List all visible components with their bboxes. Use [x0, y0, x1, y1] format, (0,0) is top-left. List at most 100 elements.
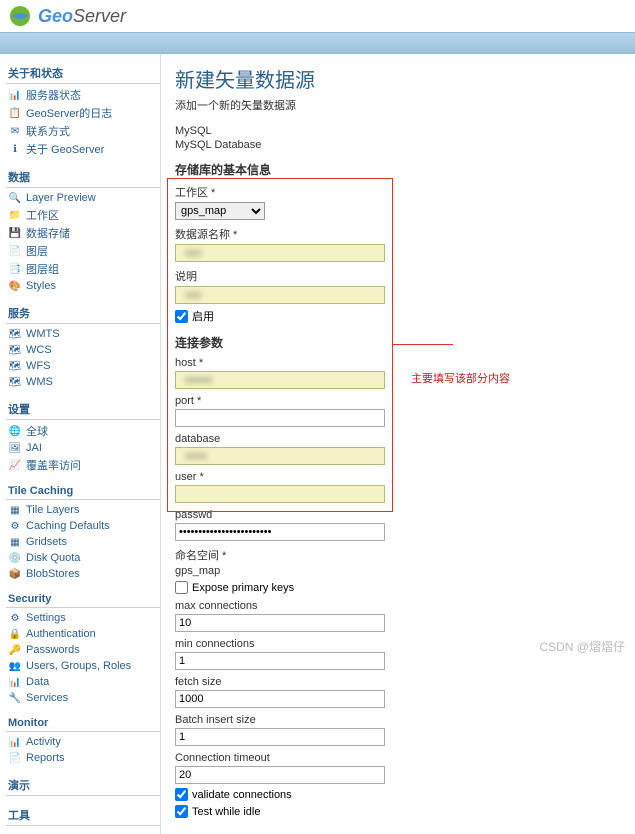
sidebar-item[interactable]: 📄图层 [6, 242, 160, 260]
sidebar-item[interactable]: ⚙Caching Defaults [6, 518, 160, 534]
nav-label: 工作区 [26, 207, 59, 223]
user-label: user * [175, 471, 621, 483]
nav-icon: ▦ [8, 535, 22, 549]
nav-label: 关于 GeoServer [26, 141, 104, 157]
sidebar-item[interactable]: 📑 图层组 [6, 260, 160, 278]
nav-icon: ▦ [8, 503, 22, 517]
nav-label: WFS [26, 360, 50, 372]
sidebar-item[interactable]: ℹ关于 GeoServer [6, 140, 160, 158]
nav-icon: 🗺 [8, 359, 22, 373]
testidle-label: Test while idle [192, 806, 260, 818]
annotation-line [393, 344, 453, 345]
sidebar-item[interactable]: 📁工作区 [6, 206, 160, 224]
enable-label: 启用 [192, 308, 214, 324]
nav-label: WCS [26, 344, 52, 356]
sidebar-item[interactable]: 🗺WMTS [6, 326, 160, 342]
ns-label: 命名空间 * [175, 547, 621, 563]
fetch-input[interactable] [175, 690, 385, 708]
sidebar-item[interactable]: 💾数据存储 [6, 224, 160, 242]
sidebar-item[interactable]: 📄Reports [6, 750, 160, 766]
nav-icon: 📈 [8, 458, 22, 472]
nav-icon: ⚙ [8, 611, 22, 625]
db-type-desc: MySQL Database [175, 139, 621, 151]
sidebar-item[interactable]: 🖼 JAI [6, 440, 160, 456]
expose-checkbox[interactable] [175, 581, 188, 594]
sidebar-item[interactable]: 📊 Data [6, 674, 160, 690]
nav-label: Gridsets [26, 536, 67, 548]
nav-icon: 🔍 [8, 191, 22, 205]
nav-icon: 🔒 [8, 627, 22, 641]
logo-icon [8, 4, 32, 28]
nav-label: 图层 [26, 243, 48, 259]
sidebar-item[interactable]: 🗺WCS [6, 342, 160, 358]
nav-icon: 💿 [8, 551, 22, 565]
sidebar-item[interactable]: 📦BlobStores [6, 566, 160, 582]
validate-label: validate connections [192, 789, 292, 801]
nav-label: Users, Groups, Roles [26, 660, 131, 672]
batch-input[interactable] [175, 728, 385, 746]
sidebar-item[interactable]: 📊 Activity [6, 734, 160, 750]
sidebar-item[interactable]: 🗺WMS [6, 374, 160, 390]
validate-checkbox[interactable] [175, 788, 188, 801]
sidebar-item[interactable]: 📊服务器状态 [6, 86, 160, 104]
nav-label: Tile Layers [26, 504, 79, 516]
sidebar-item[interactable]: 🌐全球 [6, 422, 160, 440]
sidebar-item[interactable]: 📋GeoServer的日志 [6, 104, 160, 122]
nav-label: Data [26, 676, 49, 688]
sidebar-section-title: Security [6, 588, 160, 608]
sidebar-item[interactable]: 📈覆盖率访问 [6, 456, 160, 474]
enable-checkbox[interactable] [175, 310, 188, 323]
testidle-checkbox[interactable] [175, 805, 188, 818]
port-input[interactable] [175, 409, 385, 427]
nav-icon: 📊 [8, 735, 22, 749]
host-label: host * [175, 357, 621, 369]
dsname-input[interactable] [175, 244, 385, 262]
nav-label: Layer Preview [26, 192, 96, 204]
sidebar-section-title: 设置 [6, 396, 160, 420]
sidebar-item[interactable]: 🗺 WFS [6, 358, 160, 374]
nav-label: 联系方式 [26, 123, 70, 139]
passwd-input[interactable] [175, 523, 385, 541]
nav-icon: ✉ [8, 124, 22, 138]
nav-icon: 👥 [8, 659, 22, 673]
timeout-input[interactable] [175, 766, 385, 784]
sidebar-item[interactable]: 👥 Users, Groups, Roles [6, 658, 160, 674]
annotation-text: 主要填写该部分内容 [411, 370, 510, 386]
nav-icon: 🗺 [8, 327, 22, 341]
port-label: port * [175, 395, 621, 407]
nav-label: JAI [26, 442, 42, 454]
nav-label: Disk Quota [26, 552, 80, 564]
sidebar-section-title: Monitor [6, 712, 160, 732]
sidebar-item[interactable]: ✉ 联系方式 [6, 122, 160, 140]
ns-value: gps_map [175, 565, 621, 577]
workspace-select[interactable]: gps_map [175, 202, 265, 220]
nav-icon: 🔑 [8, 643, 22, 657]
sidebar-item[interactable]: 🔑Passwords [6, 642, 160, 658]
minconn-input[interactable] [175, 652, 385, 670]
maxconn-input[interactable] [175, 614, 385, 632]
nav-label: Activity [26, 736, 61, 748]
desc-input[interactable] [175, 286, 385, 304]
nav-icon: 🖼 [8, 441, 22, 455]
sidebar-item[interactable]: ▦ Tile Layers [6, 502, 160, 518]
user-input[interactable] [175, 485, 385, 503]
maxconn-label: max connections [175, 600, 621, 612]
nav-icon: 📋 [8, 106, 22, 120]
sidebar-item[interactable]: ▦ Gridsets [6, 534, 160, 550]
sidebar-item[interactable]: 💿 Disk Quota [6, 550, 160, 566]
nav-icon: 🌐 [8, 424, 22, 438]
sidebar-item[interactable]: ⚙Settings [6, 610, 160, 626]
timeout-label: Connection timeout [175, 752, 621, 764]
main-content: 新建矢量数据源 添加一个新的矢量数据源 MySQL MySQL Database… [160, 54, 635, 834]
nav-icon: 📑 [8, 262, 22, 276]
nav-label: 图层组 [26, 261, 59, 277]
nav-icon: 📊 [8, 675, 22, 689]
sidebar-item[interactable]: 🔒 Authentication [6, 626, 160, 642]
desc-label: 说明 [175, 268, 621, 284]
nav-label: Authentication [26, 628, 96, 640]
sidebar-item[interactable]: 🔧Services [6, 690, 160, 706]
sidebar-item[interactable]: 🔍 Layer Preview [6, 190, 160, 206]
conn-header: 连接参数 [175, 334, 621, 351]
sidebar-item[interactable]: 🎨Styles [6, 278, 160, 294]
page-subtitle: 添加一个新的矢量数据源 [175, 97, 621, 113]
